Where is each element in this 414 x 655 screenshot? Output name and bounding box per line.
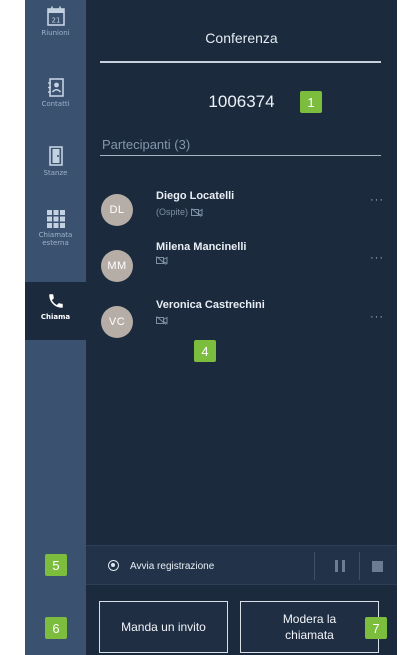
callout-marker-1: 1 xyxy=(300,91,322,113)
participant-role: (Ospite) xyxy=(156,207,189,217)
moderate-call-button[interactable]: Modera la chiamata xyxy=(240,601,379,653)
participant-name: Diego Locatelli xyxy=(156,190,235,202)
callout-marker-4: 4 xyxy=(194,340,216,362)
participant-status xyxy=(156,316,168,325)
video-off-icon xyxy=(191,207,203,217)
title-divider xyxy=(100,61,381,63)
sidebar-item-label: Chiamata esterna xyxy=(38,231,73,247)
callout-marker-7: 7 xyxy=(365,617,387,639)
pause-button[interactable] xyxy=(325,556,355,576)
participants-divider xyxy=(100,155,381,156)
door-icon xyxy=(48,146,63,166)
participant-name: Veronica Castrechini xyxy=(156,299,265,311)
avatar: DL xyxy=(101,194,133,226)
participants-heading: Partecipanti (3) xyxy=(102,137,191,152)
participant-more-button[interactable]: ··· xyxy=(370,194,384,206)
sidebar-item-rooms[interactable]: Stanze xyxy=(25,146,86,194)
video-off-icon xyxy=(156,316,168,325)
sidebar-item-contacts[interactable]: Contatti xyxy=(25,78,86,128)
divider xyxy=(359,552,360,580)
page-title: Conferenza xyxy=(205,30,278,46)
dialpad-icon xyxy=(46,210,65,228)
calendar-icon: 21 xyxy=(46,6,65,26)
video-off-icon xyxy=(156,256,168,265)
participant-more-button[interactable]: ··· xyxy=(370,311,384,323)
stop-button[interactable] xyxy=(363,556,391,576)
send-invite-button[interactable]: Manda un invito xyxy=(99,601,228,653)
contacts-icon xyxy=(47,78,64,97)
sidebar-item-label: Chiama xyxy=(40,313,71,321)
callout-marker-5: 5 xyxy=(45,554,67,576)
callout-marker-6: 6 xyxy=(45,617,67,639)
phone-icon xyxy=(48,294,63,308)
participant-name: Milena Mancinelli xyxy=(156,241,247,253)
sidebar-item-external-call[interactable]: Chiamata esterna xyxy=(25,210,86,270)
conference-panel: Conferenza 1006374 Partecipanti (3) DL D… xyxy=(86,0,397,655)
participant-row[interactable]: DL Diego Locatelli (Ospite) ··· xyxy=(86,180,397,236)
participant-row[interactable]: MM Milena Mancinelli ··· xyxy=(86,236,397,292)
sidebar-item-label: Stanze xyxy=(43,169,68,177)
stop-icon xyxy=(371,560,383,572)
recording-bar: Avvia registrazione xyxy=(86,545,397,585)
sidebar-item-meetings[interactable]: 21 Riunioni xyxy=(25,6,86,66)
avatar: VC xyxy=(101,306,133,338)
calendar-day: 21 xyxy=(51,17,60,25)
participant-status: (Ospite) xyxy=(156,207,203,217)
sidebar-item-label: Contatti xyxy=(41,100,70,108)
pause-icon xyxy=(335,560,338,572)
record-label[interactable]: Avvia registrazione xyxy=(130,561,214,572)
participant-row[interactable]: VC Veronica Castrechini ··· xyxy=(86,292,397,348)
participant-more-button[interactable]: ··· xyxy=(370,252,384,264)
avatar: MM xyxy=(101,250,133,282)
sidebar-item-call[interactable]: Chiama xyxy=(25,282,86,340)
sidebar-item-label: Riunioni xyxy=(41,29,70,37)
conference-number: 1006374 xyxy=(208,92,275,111)
record-radio[interactable] xyxy=(108,560,119,571)
conference-app: 21 Riunioni Contatti Stanze Chiamata est… xyxy=(25,0,397,655)
participant-status xyxy=(156,256,168,265)
divider xyxy=(314,552,315,580)
